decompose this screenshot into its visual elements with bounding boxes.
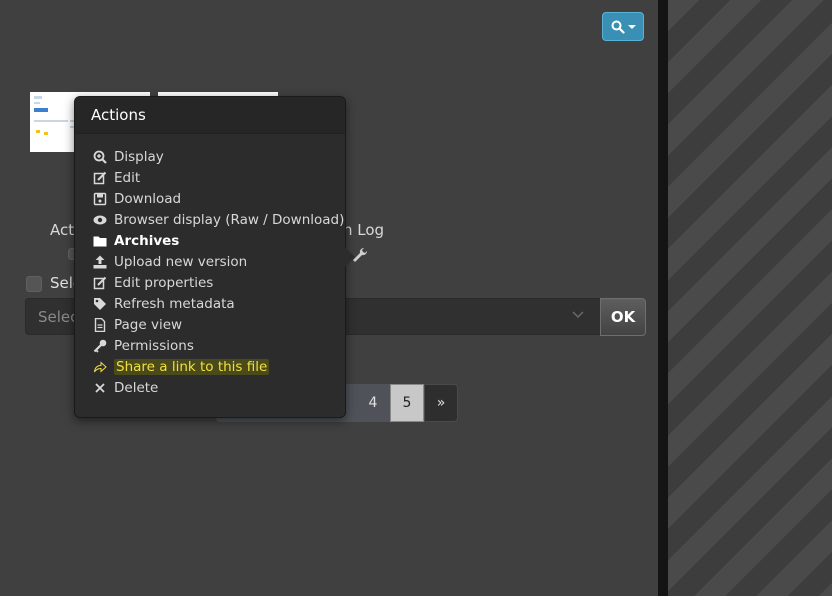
menu-item-delete[interactable]: Delete	[75, 377, 345, 398]
menu-item-browser-display[interactable]: Browser display (Raw / Download)	[75, 209, 345, 230]
column-header-actions: Act	[50, 221, 75, 239]
page-link-4[interactable]: 4	[356, 384, 390, 422]
menu-item-label: Page view	[114, 316, 183, 333]
menu-item-label: Refresh metadata	[114, 295, 235, 312]
next-page-link[interactable]: »	[424, 384, 458, 422]
edit-icon	[93, 171, 107, 185]
menu-item-edit[interactable]: Edit	[75, 167, 345, 188]
actions-popover: Actions Display Edit Download Browser di…	[74, 96, 355, 418]
menu-item-label: Permissions	[114, 337, 194, 354]
search-icon	[611, 20, 625, 34]
folder-icon	[93, 234, 107, 248]
page-link-5-current[interactable]: 5	[390, 384, 424, 422]
menu-item-label: Browser display (Raw / Download)	[114, 211, 345, 228]
chevron-down-icon	[627, 24, 636, 29]
side-panel-background	[668, 0, 832, 596]
chevron-down-icon	[572, 311, 584, 319]
menu-item-upload[interactable]: Upload new version	[75, 251, 345, 272]
close-icon	[93, 381, 107, 395]
menu-item-download[interactable]: Download	[75, 188, 345, 209]
column-header-log: n Log	[343, 221, 385, 239]
menu-item-display[interactable]: Display	[75, 146, 345, 167]
popover-title: Actions	[75, 97, 345, 134]
zoom-in-icon	[93, 150, 107, 164]
key-icon	[93, 339, 107, 353]
select-all-checkbox[interactable]	[26, 276, 42, 292]
document-icon	[93, 317, 107, 332]
eye-icon	[93, 213, 107, 227]
menu-item-page-view[interactable]: Page view	[75, 314, 345, 335]
upload-icon	[93, 255, 107, 269]
menu-item-edit-properties[interactable]: Edit properties	[75, 272, 345, 293]
menu-item-label: Edit	[114, 169, 141, 186]
menu-item-label: Display	[114, 148, 164, 165]
menu-item-refresh-metadata[interactable]: Refresh metadata	[75, 293, 345, 314]
menu-item-archives[interactable]: Archives	[75, 230, 345, 251]
menu-item-label: Download	[114, 190, 182, 207]
actions-menu: Display Edit Download Browser display (R…	[75, 134, 345, 398]
menu-item-label: Archives	[114, 232, 180, 249]
menu-item-label: Upload new version	[114, 253, 248, 270]
tag-icon	[93, 297, 107, 311]
share-icon	[93, 360, 107, 374]
edit-icon	[93, 276, 107, 290]
save-icon	[93, 192, 107, 206]
menu-item-label: Delete	[114, 379, 159, 396]
menu-item-label: Edit properties	[114, 274, 214, 291]
menu-item-share-link[interactable]: Share a link to this file	[75, 356, 345, 377]
popover-arrow	[345, 247, 355, 267]
search-button[interactable]	[602, 12, 644, 41]
menu-item-permissions[interactable]: Permissions	[75, 335, 345, 356]
ok-button[interactable]: OK	[600, 298, 646, 336]
divider	[658, 0, 668, 596]
menu-item-label: Share a link to this file	[114, 358, 270, 375]
